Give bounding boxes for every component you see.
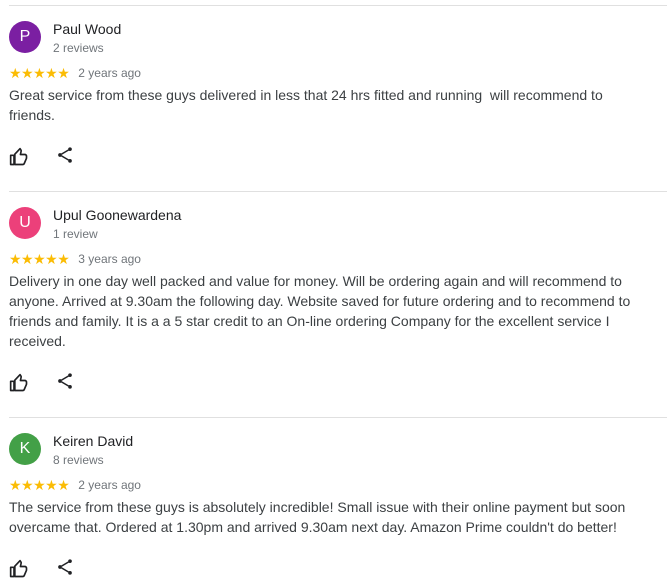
review-card: K Keiren David 8 reviews ★★★★★ 2 years a… [9,433,667,578]
reviewer-name[interactable]: Keiren David [53,433,133,449]
top-divider [9,5,667,6]
avatar[interactable]: U [9,207,41,239]
reviewer-review-count: 2 reviews [53,41,104,55]
thumb-up-icon [9,559,28,578]
review-divider [9,191,667,192]
rating-row: ★★★★★ 2 years ago [9,477,141,493]
share-icon [58,147,72,163]
like-button[interactable] [9,559,29,579]
reviewer-review-count: 1 review [53,227,98,241]
rating-row: ★★★★★ 3 years ago [9,251,141,267]
review-text: Delivery in one day well packed and valu… [9,273,635,349]
review-date: 2 years ago [78,478,141,492]
rating-row: ★★★★★ 2 years ago [9,65,141,81]
review-text: The service from these guys is absolutel… [9,499,630,535]
reviewer-name[interactable]: Paul Wood [53,21,121,37]
share-icon [58,373,72,389]
star-rating: ★★★★★ [9,251,70,267]
reviewer-review-count: 8 reviews [53,453,104,467]
share-button[interactable] [55,371,75,391]
share-button[interactable] [55,557,75,577]
review-card: U Upul Goonewardena 1 review ★★★★★ 3 yea… [9,207,667,397]
review-date: 3 years ago [78,252,141,266]
review-date: 2 years ago [78,66,141,80]
thumb-up-icon [9,147,28,166]
share-button[interactable] [55,145,75,165]
avatar[interactable]: P [9,21,41,53]
like-button[interactable] [9,373,29,393]
like-button[interactable] [9,147,29,167]
share-icon [58,559,72,575]
thumb-up-icon [9,373,28,392]
reviewer-name[interactable]: Upul Goonewardena [53,207,181,223]
review-text: Great service from these guys delivered … [9,87,607,123]
star-rating: ★★★★★ [9,477,70,493]
avatar[interactable]: K [9,433,41,465]
star-rating: ★★★★★ [9,65,70,81]
review-card: P Paul Wood 2 reviews ★★★★★ 2 years ago … [9,21,667,171]
review-divider [9,417,667,418]
